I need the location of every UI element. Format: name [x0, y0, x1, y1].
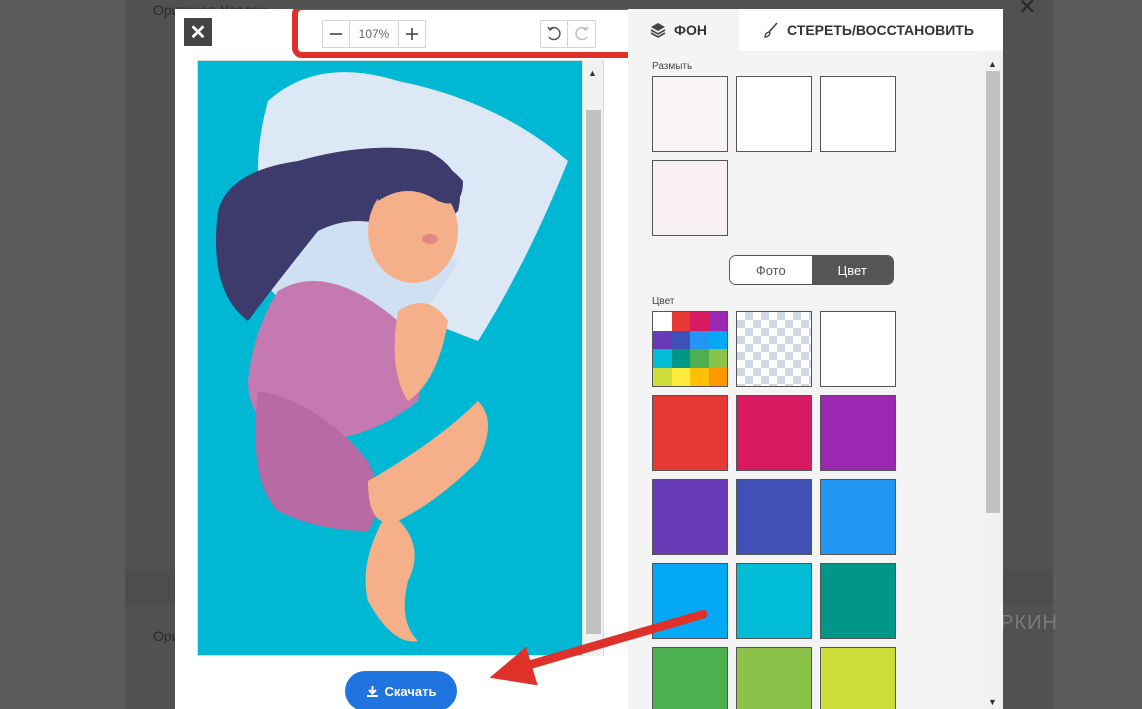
color-option[interactable]	[736, 395, 812, 471]
redo-button[interactable]	[568, 19, 596, 48]
color-option[interactable]	[652, 395, 728, 471]
scrollbar-thumb[interactable]	[986, 71, 1000, 513]
tab-background-label: ФОН	[674, 22, 707, 38]
color-option[interactable]	[652, 479, 728, 555]
color-section-label: Цвет	[652, 296, 675, 307]
undo-icon	[547, 26, 561, 40]
undo-button[interactable]	[540, 19, 568, 48]
close-button[interactable]: ✕	[184, 18, 212, 46]
blur-option[interactable]	[820, 76, 896, 152]
panel-scrollbar[interactable]: ▲ ▼	[983, 51, 1003, 709]
download-icon	[366, 685, 378, 697]
toggle-photo[interactable]: Фото	[730, 256, 812, 284]
redo-icon	[574, 26, 589, 40]
color-option[interactable]	[736, 563, 812, 639]
blur-option[interactable]	[652, 160, 728, 236]
toggle-color[interactable]: Цвет	[811, 256, 893, 284]
close-icon: ✕	[189, 21, 207, 44]
image-preview	[197, 60, 583, 656]
preview-scrollbar[interactable]: ▲	[583, 60, 604, 656]
color-option[interactable]	[820, 563, 896, 639]
color-option[interactable]	[820, 647, 896, 709]
scroll-up-icon[interactable]: ▲	[988, 59, 997, 69]
tab-erase-label: СТЕРЕТЬ/ВОССТАНОВИТЬ	[787, 22, 974, 38]
scroll-down-icon[interactable]: ▼	[988, 697, 997, 707]
color-option[interactable]	[736, 647, 812, 709]
background-type-toggle: Фото Цвет	[729, 255, 894, 285]
color-option[interactable]	[652, 563, 728, 639]
color-option[interactable]	[736, 479, 812, 555]
sleeping-woman-illustration	[216, 72, 568, 642]
tab-erase-restore[interactable]: СТЕРЕТЬ/ВОССТАНОВИТЬ	[739, 9, 1003, 51]
zoom-in-button[interactable]	[398, 19, 426, 48]
editor-modal: ✕ 107% ▲ Скачать ФОН СТЕРЕТЬ/ВОССТАНОВИТ…	[175, 9, 1003, 709]
minus-icon	[330, 32, 342, 35]
panel-tabs: ФОН СТЕРЕТЬ/ВОССТАНОВИТЬ	[628, 9, 1003, 51]
scrollbar-thumb[interactable]	[586, 110, 601, 634]
download-label: Скачать	[384, 683, 437, 699]
zoom-out-button[interactable]	[322, 19, 350, 48]
settings-panel: ФОН СТЕРЕТЬ/ВОССТАНОВИТЬ Размыть Фото Цв…	[628, 9, 1003, 709]
blur-option[interactable]	[652, 76, 728, 152]
brush-icon	[764, 22, 778, 38]
layers-icon	[650, 23, 666, 38]
white-option[interactable]	[820, 311, 896, 387]
color-option[interactable]	[820, 479, 896, 555]
plus-icon	[406, 27, 418, 40]
zoom-toolbar: 107%	[322, 17, 634, 50]
zoom-level: 107%	[350, 19, 398, 48]
color-palette-option[interactable]	[652, 311, 728, 387]
blur-option[interactable]	[736, 76, 812, 152]
scroll-up-icon[interactable]: ▲	[588, 68, 597, 78]
tab-background[interactable]: ФОН	[628, 9, 739, 51]
background-close-icon: ✕	[1018, 0, 1037, 19]
download-button[interactable]: Скачать	[345, 671, 457, 709]
transparent-option[interactable]	[736, 311, 812, 387]
blur-section-label: Размыть	[652, 61, 693, 72]
color-option[interactable]	[652, 647, 728, 709]
color-option[interactable]	[820, 395, 896, 471]
